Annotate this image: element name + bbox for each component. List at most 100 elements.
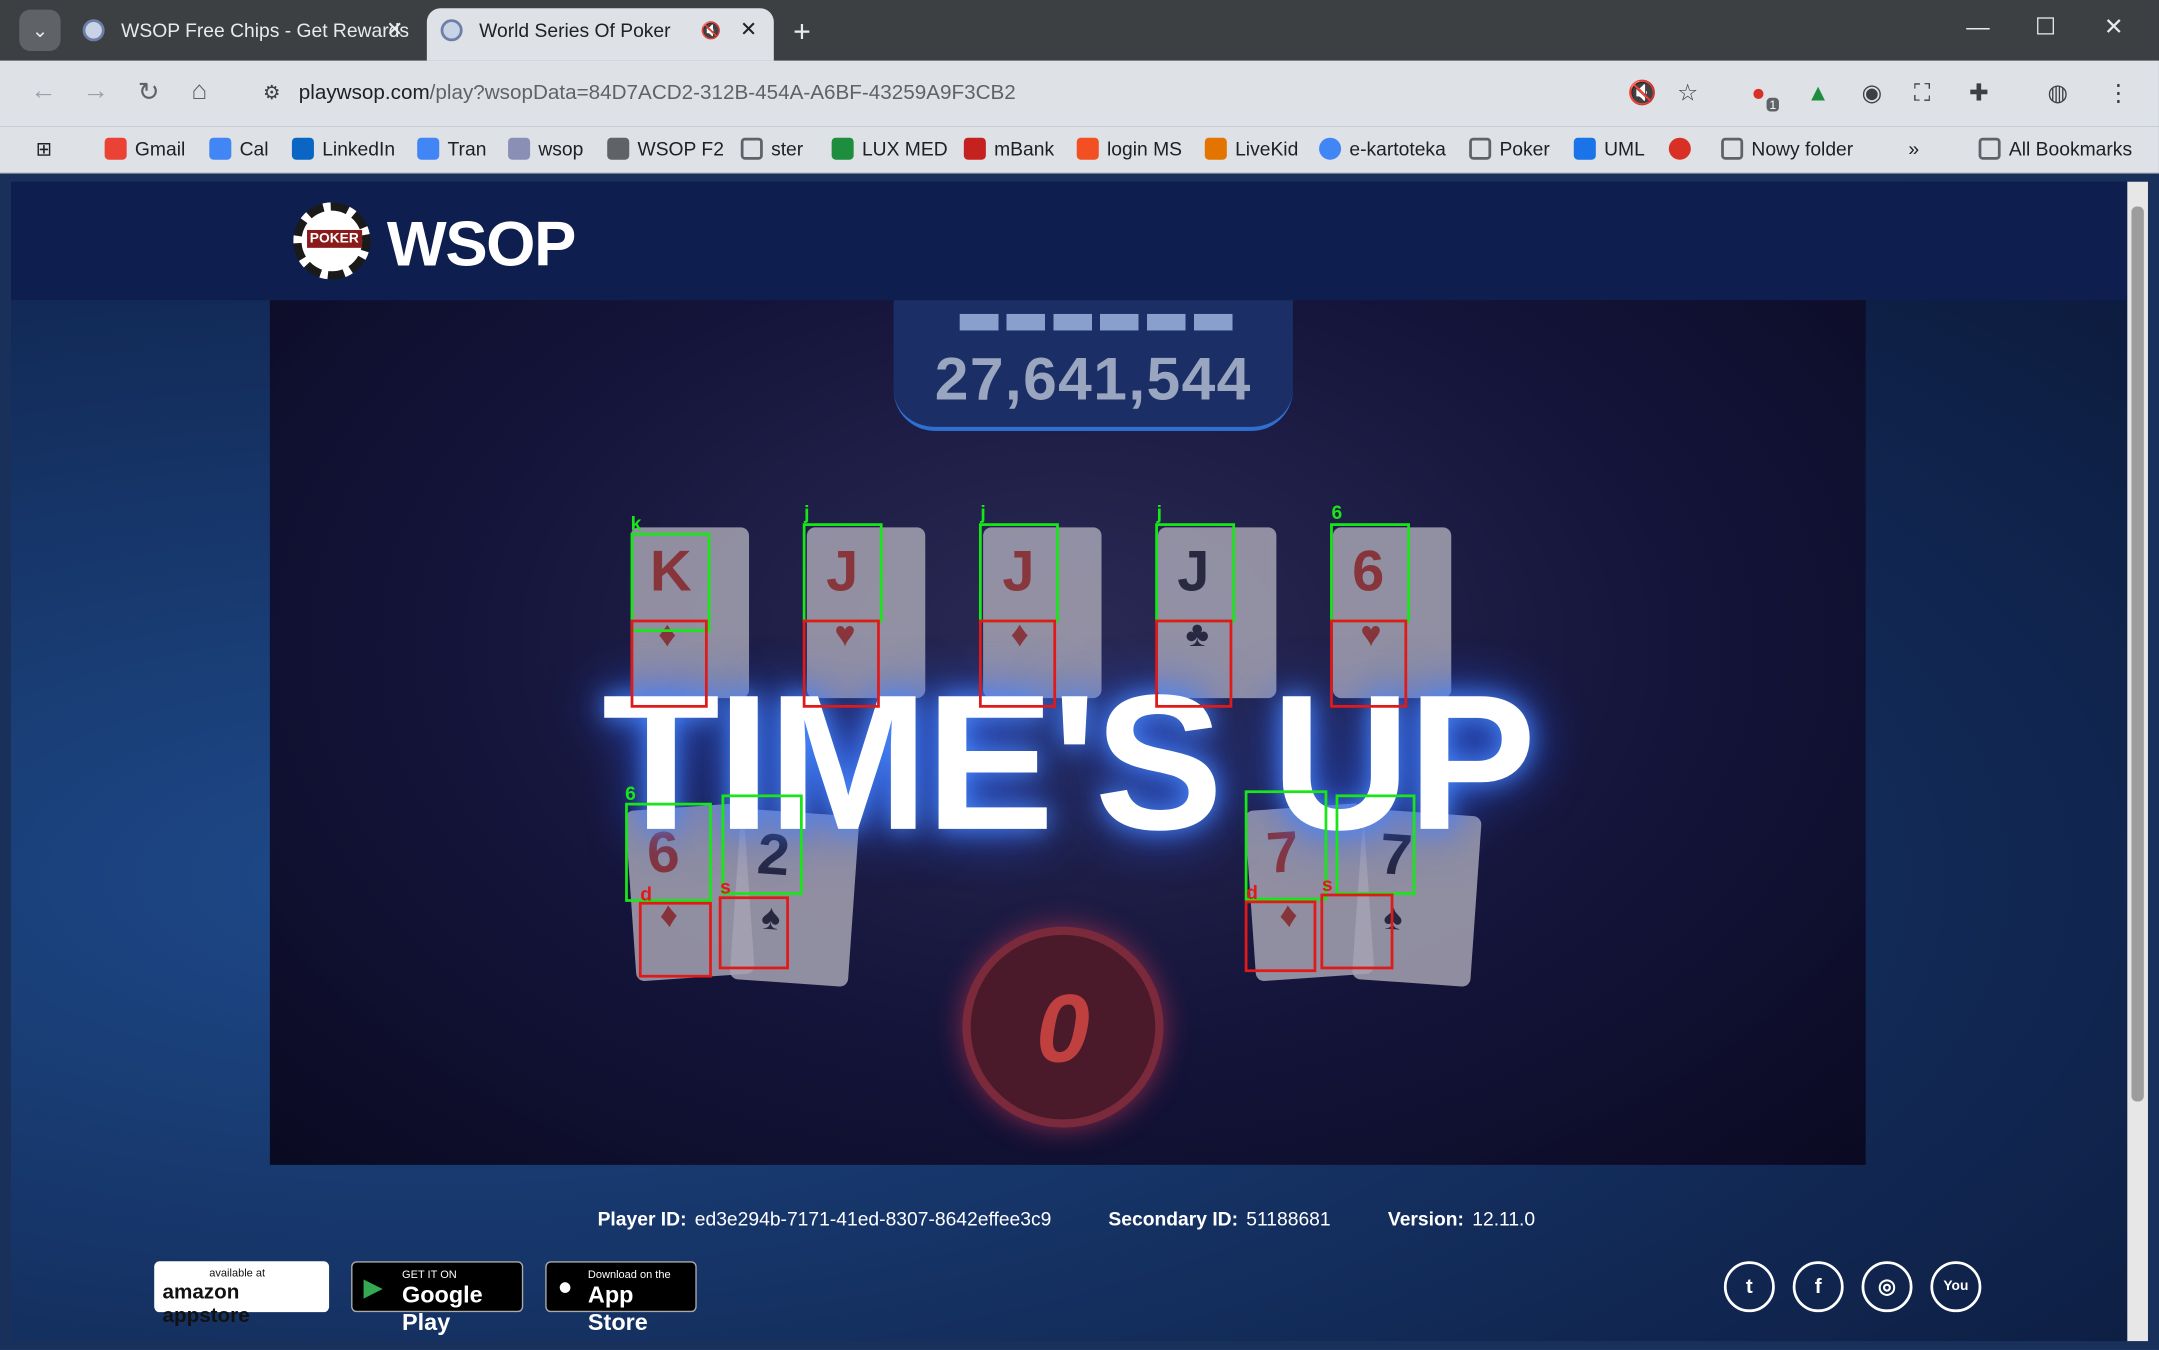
bookmark-linkedin[interactable]: LinkedIn [291,137,395,160]
bookmark-uml[interactable]: UML [1573,137,1645,160]
bookmark-folder-ster[interactable]: ster [740,137,803,160]
detection-label: s [1321,872,1333,895]
rank-detection-box [1155,523,1236,623]
close-tab-icon[interactable]: ✕ [740,8,757,52]
detection-label: k [630,512,642,535]
bookmark-folder-poker[interactable]: Poker [1469,137,1550,160]
tab-title: WSOP Free Chips - Get Rewards [121,19,409,42]
bookmark-livekid[interactable]: LiveKid [1204,137,1298,160]
muted-speaker-icon[interactable]: 🔇 [701,8,722,52]
extension-badge: 1 [1766,97,1779,112]
rank-detection-box [625,802,712,902]
screenshot-icon[interactable]: ⛶ [1914,80,1930,108]
youtube-icon[interactable]: You [1930,1261,1982,1313]
reload-icon[interactable]: ↻ [138,77,160,109]
wsop-favicon-icon [82,19,105,42]
rank-detection-box [978,523,1059,623]
bookmark-wsop-f2[interactable]: WSOP F2 [607,137,724,160]
secondary-id: Secondary ID: 51188681 [1108,1207,1331,1230]
wsop-page: POKER WSOP 27,641,544 K ♦ J ♥ J ♦ J ♣ 6 ♥ 6 ♦ … [11,181,2128,1342]
game-canvas[interactable]: 27,641,544 K ♦ J ♥ J ♦ J ♣ 6 ♥ 6 ♦ 2 ♠ 7 ♦ 7 ♠ 0 … [269,300,1866,1165]
detection-label: 6 [625,782,636,805]
bookmark-cal[interactable]: Cal [209,137,269,160]
home-icon[interactable]: ⌂ [191,77,207,107]
suit-detection-box [638,901,712,978]
google-play-badge[interactable]: ▶ GET IT ON Google Play [351,1261,524,1336]
page-scrollbar[interactable] [2127,181,2148,1342]
more-bookmarks-icon[interactable]: » [1908,138,1919,160]
jackpot-progress-bars [959,313,1236,331]
menu-icon[interactable]: ⋮ [2107,80,2130,108]
bookmark-e-kartoteka[interactable]: e-kartoteka [1319,137,1446,160]
bookmark-tran[interactable]: Tran [417,137,486,160]
extension-icon[interactable]: ◉ [1862,80,1882,108]
suit-detection-box [802,619,880,708]
bookmark-folder-nowy[interactable]: Nowy folder [1721,137,1853,160]
back-icon[interactable]: ← [30,77,56,107]
twitter-icon[interactable]: t [1723,1261,1775,1313]
profile-avatar[interactable]: ◍ [2047,80,2067,108]
wsop-logo-text[interactable]: WSOP [387,207,576,281]
tab-wsop-free-chips[interactable]: WSOP Free Chips - Get Rewards ✕ [69,8,420,60]
bookmark-mbank[interactable]: mBank [963,137,1054,160]
address-bar[interactable]: ⚙ playwsop.com/play?wsopData=84D7ACD2-31… [251,70,1726,118]
bookmark-lips-icon[interactable] [1668,137,1699,160]
jackpot-display: 27,641,544 [893,300,1293,431]
suit-detection-box [1330,619,1408,708]
google-play-icon: ▶ [363,1273,383,1302]
extension-icon[interactable]: ● [1751,80,1765,108]
bookmarks-bar: ⊞ Gmail Cal LinkedIn Tran wsop WSOP F2 s… [0,126,2159,174]
app-store-badge[interactable]: ● Download on the App Store [545,1261,697,1336]
amazon-appstore-badge[interactable]: available at amazon appstore [154,1261,330,1327]
tab-world-series-of-poker[interactable]: World Series Of Poker 🔇 ✕ [426,8,774,61]
bookmark-wsop[interactable]: wsop [508,137,583,160]
detection-label: j [980,501,986,524]
bookmark-star-icon[interactable]: ☆ [1677,80,1698,108]
version: Version: 12.11.0 [1387,1207,1536,1230]
maximize-icon[interactable]: ☐ [2035,14,2056,42]
bookmark-lux-med[interactable]: LUX MED [831,137,948,160]
tab-strip: ⌄ WSOP Free Chips - Get Rewards ✕ World … [0,0,2159,61]
browser-toolbar: ← → ↻ ⌂ ⚙ playwsop.com/play?wsopData=84D… [0,60,2159,127]
jackpot-amount: 27,641,544 [934,345,1252,414]
apps-grid-icon[interactable]: ⊞ [36,138,52,161]
tab-search-button[interactable]: ⌄ [19,9,61,51]
site-header: POKER WSOP [11,181,2128,301]
detection-label: j [804,501,810,524]
close-tab-icon[interactable]: ✕ [386,8,403,52]
drive-extension-icon[interactable]: ▲ [1806,80,1829,108]
suit-detection-box [718,896,789,970]
times-up-banner: TIME'S UP [602,654,1536,871]
wsop-favicon-icon [440,19,463,42]
wsop-chip-logo[interactable]: POKER [293,202,371,280]
bookmark-login-ms[interactable]: login MS [1076,137,1182,160]
facebook-icon[interactable]: f [1792,1261,1844,1313]
url-text: playwsop.com/play?wsopData=84D7ACD2-312B… [298,81,1016,105]
new-tab-icon[interactable]: + [793,14,811,50]
detection-label: j [1156,501,1162,524]
detection-label: 6 [1331,501,1343,524]
suit-detection-box [630,619,708,708]
rank-detection-box [630,532,711,632]
site-info-icon[interactable]: ⚙ [263,81,280,104]
apple-icon: ● [557,1272,573,1300]
player-id: Player ID: ed3e294b-7171-41ed-8307-8642ef… [597,1207,1052,1230]
tab-title: World Series Of Poker [479,19,671,42]
bookmark-gmail[interactable]: Gmail [104,137,185,160]
minimize-icon[interactable]: — [1966,14,1989,42]
all-bookmarks-folder[interactable]: All Bookmarks [1978,137,2132,160]
browser-window: ⌄ WSOP Free Chips - Get Rewards ✕ World … [0,0,2159,1350]
suit-detection-box [978,619,1057,708]
rank-detection-box [1330,523,1410,623]
countdown-timer: 0 [962,926,1164,1128]
close-window-icon[interactable]: ✕ [2104,14,2124,42]
instagram-icon[interactable]: ◎ [1861,1261,1913,1313]
extensions-puzzle-icon[interactable]: ✚ [1969,80,1989,108]
suit-detection-box [1320,893,1394,970]
suit-detection-box [1244,900,1317,973]
muted-speaker-icon[interactable]: 🔇 [1627,80,1656,108]
scrollbar-thumb[interactable] [2131,206,2144,1102]
forward-icon[interactable]: → [83,77,109,107]
suit-detection-box [1155,619,1233,708]
rank-detection-box [1335,794,1416,895]
